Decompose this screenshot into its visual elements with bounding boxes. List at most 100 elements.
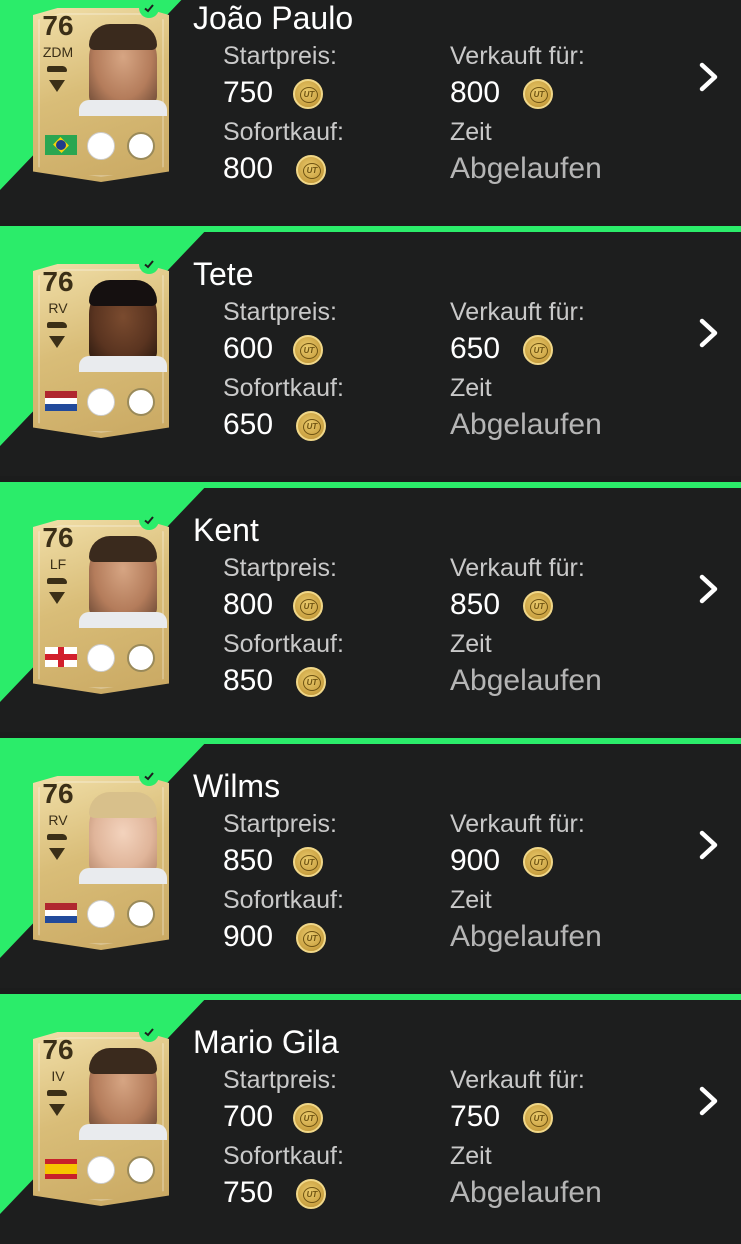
nation-flag-icon — [45, 1159, 77, 1179]
time-value: Abgelaufen — [450, 920, 602, 953]
player-name: Wilms — [193, 768, 281, 804]
coin-icon: UT — [296, 155, 326, 185]
sold-for-label: Verkauft für: — [450, 810, 585, 838]
chemistry-style-icon — [49, 1104, 65, 1116]
transfer-list-item[interactable]: 76 ZDM João Paulo Startpreis: 750 UT Sof… — [0, 0, 741, 220]
coin-icon: UT — [523, 79, 553, 109]
coin-icon: UT — [523, 335, 553, 365]
coin-icon: UT — [293, 591, 323, 621]
start-price-label: Startpreis: — [223, 810, 337, 838]
player-hair — [89, 280, 157, 306]
transfer-list-item[interactable]: 76 RV Tete Startpreis: 600 UT Sofortkauf… — [0, 226, 741, 476]
player-card[interactable]: 76 RV — [33, 776, 169, 950]
player-shirt — [79, 356, 167, 372]
chevron-right-icon[interactable] — [696, 318, 722, 348]
nation-flag-icon — [45, 391, 77, 411]
coin-icon: UT — [293, 79, 323, 109]
transfer-list-item[interactable]: 76 IV Mario Gila Startpreis: 700 UT Sofo… — [0, 994, 741, 1244]
player-hair — [89, 24, 157, 50]
sold-for-value: 800 — [450, 76, 501, 109]
league-badge-icon — [87, 132, 115, 160]
league-badge-icon — [87, 644, 115, 672]
player-rating: 76 — [42, 522, 74, 553]
time-value: Abgelaufen — [450, 1176, 602, 1209]
time-label: Zeit — [450, 118, 492, 146]
sold-for-value: 750 — [450, 1100, 501, 1133]
chevron-right-icon[interactable] — [696, 62, 722, 92]
sold-for-label: Verkauft für: — [450, 1066, 585, 1094]
chevron-right-icon[interactable] — [696, 1086, 722, 1116]
buy-now-value: 800 — [223, 152, 274, 185]
player-shirt — [79, 612, 167, 628]
start-price-value: 750 — [223, 76, 274, 109]
buy-now-label: Sofortkauf: — [223, 630, 344, 658]
player-hair — [89, 792, 157, 818]
player-rating: 76 — [42, 266, 74, 297]
player-name: João Paulo — [193, 0, 354, 36]
transfer-list-item[interactable]: 76 LF Kent Startpreis: 800 UT Sofortkauf… — [0, 482, 741, 732]
nation-flag-icon — [45, 135, 77, 155]
sold-for-label: Verkauft für: — [450, 42, 585, 70]
league-badge-icon — [87, 900, 115, 928]
buy-now-value: 750 — [223, 1176, 274, 1209]
time-value: Abgelaufen — [450, 664, 602, 697]
coin-icon: UT — [296, 1179, 326, 1209]
boot-icon — [47, 66, 67, 72]
chevron-right-icon[interactable] — [696, 574, 722, 604]
player-name: Tete — [193, 256, 254, 292]
coin-icon: UT — [293, 847, 323, 877]
boot-icon — [47, 578, 67, 584]
buy-now-value: 650 — [223, 408, 274, 441]
sold-for-label: Verkauft für: — [450, 298, 585, 326]
player-position: RV — [48, 300, 68, 316]
coin-icon: UT — [296, 411, 326, 441]
buy-now-value: 900 — [223, 920, 274, 953]
club-badge-icon — [127, 388, 155, 416]
player-rating: 76 — [42, 10, 74, 41]
start-price-value: 700 — [223, 1100, 274, 1133]
time-label: Zeit — [450, 630, 492, 658]
chemistry-style-icon — [49, 848, 65, 860]
player-card[interactable]: 76 ZDM — [33, 8, 169, 182]
club-badge-icon — [127, 644, 155, 672]
start-price-value: 600 — [223, 332, 274, 365]
start-price-label: Startpreis: — [223, 1066, 337, 1094]
player-shirt — [79, 868, 167, 884]
nation-flag-icon — [45, 903, 77, 923]
league-badge-icon — [87, 388, 115, 416]
coin-icon: UT — [293, 1103, 323, 1133]
player-hair — [89, 1048, 157, 1074]
sold-check-icon — [139, 510, 159, 530]
player-card[interactable]: 76 IV — [33, 1032, 169, 1206]
player-card[interactable]: 76 RV — [33, 264, 169, 438]
sold-for-value: 900 — [450, 844, 501, 877]
player-shirt — [79, 100, 167, 116]
coin-icon: UT — [296, 667, 326, 697]
coin-icon: UT — [523, 1103, 553, 1133]
player-position: ZDM — [42, 44, 74, 60]
buy-now-label: Sofortkauf: — [223, 1142, 344, 1170]
time-label: Zeit — [450, 374, 492, 402]
player-card[interactable]: 76 LF — [33, 520, 169, 694]
chevron-right-icon[interactable] — [696, 830, 722, 860]
boot-icon — [47, 322, 67, 328]
coin-icon: UT — [296, 923, 326, 953]
time-value: Abgelaufen — [450, 408, 602, 441]
player-shirt — [79, 1124, 167, 1140]
sold-check-icon — [139, 766, 159, 786]
boot-icon — [47, 1090, 67, 1096]
buy-now-label: Sofortkauf: — [223, 886, 344, 914]
player-hair — [89, 536, 157, 562]
player-position: RV — [48, 812, 68, 828]
time-value: Abgelaufen — [450, 152, 602, 185]
time-label: Zeit — [450, 886, 492, 914]
buy-now-label: Sofortkauf: — [223, 374, 344, 402]
transfer-list-item[interactable]: 76 RV Wilms Startpreis: 850 UT Sofortkau… — [0, 738, 741, 988]
sold-check-icon — [139, 1022, 159, 1042]
club-badge-icon — [127, 900, 155, 928]
sold-check-icon — [139, 254, 159, 274]
player-position: LF — [49, 556, 67, 572]
start-price-label: Startpreis: — [223, 298, 337, 326]
player-rating: 76 — [42, 1034, 74, 1065]
coin-icon: UT — [293, 335, 323, 365]
